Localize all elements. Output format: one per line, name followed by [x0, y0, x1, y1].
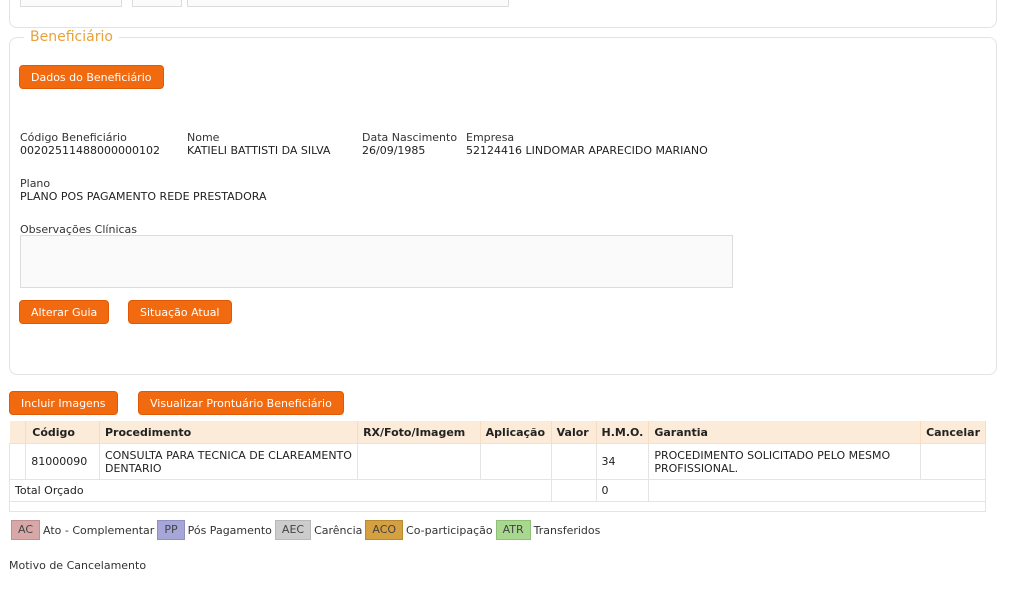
total-label: Total Orçado — [9, 479, 552, 502]
legend-badge-aco: ACO — [365, 520, 404, 540]
total-row: Total Orçado 0 — [9, 479, 986, 502]
alterar-guia-button[interactable]: Alterar Guia — [19, 300, 110, 324]
row-rx[interactable] — [357, 443, 481, 480]
header-rx: RX/Foto/Imagem — [357, 421, 481, 444]
empresa-label: Empresa — [466, 131, 515, 144]
header-valor: Valor — [551, 421, 597, 444]
legend-label-ac: Ato - Complementar — [43, 523, 155, 537]
row-procedimento: CONSULTA PARA TECNICA DE CLAREAMENTO DEN… — [98, 443, 359, 480]
row-cancelar[interactable] — [920, 443, 986, 480]
top-input-3[interactable] — [187, 0, 509, 7]
total-empty — [648, 479, 986, 502]
procedures-table: Código Procedimento RX/Foto/Imagem Aplic… — [8, 421, 986, 512]
codigo-value: 00202511488000000102 — [20, 144, 160, 157]
legend-badge-aec: AEC — [274, 520, 312, 540]
total-valor — [550, 479, 597, 502]
codigo-label: Código Beneficiário — [20, 131, 127, 144]
header-select — [9, 421, 27, 444]
visualizar-prontuario-button[interactable]: Visualizar Prontuário Beneficiário — [138, 391, 344, 415]
legend-badge-atr: ATR — [495, 520, 531, 540]
row-hmo: 34 — [595, 443, 650, 480]
spacer-row — [9, 501, 986, 512]
plano-value: PLANO POS PAGAMENTO REDE PRESTADORA — [20, 190, 267, 203]
table-row: 81000090 CONSULTA PARA TECNICA DE CLAREA… — [8, 443, 986, 480]
legend-label-aec: Carência — [314, 523, 363, 537]
header-hmo: H.M.O. — [596, 421, 650, 444]
nome-label: Nome — [187, 131, 220, 144]
top-input-1[interactable] — [20, 0, 122, 7]
row-garantia: PROCEDIMENTO SOLICITADO PELO MESMO PROFI… — [648, 443, 922, 480]
observacoes-field[interactable] — [20, 235, 733, 288]
dados-beneficiario-button[interactable]: Dados do Beneficiário — [19, 65, 164, 89]
empresa-value: 52124416 LINDOMAR APARECIDO MARIANO — [466, 144, 708, 157]
legend-badge-pp: PP — [157, 520, 185, 540]
legend-label-pp: Pós Pagamento — [187, 523, 272, 537]
header-aplicacao: Aplicação — [480, 421, 552, 444]
row-aplicacao — [479, 443, 552, 480]
legend-badge-ac: AC — [11, 520, 41, 540]
row-codigo: 81000090 — [25, 443, 100, 480]
plano-label: Plano — [20, 177, 51, 190]
legend-label-atr: Transferidos — [533, 523, 601, 537]
incluir-imagens-button[interactable]: Incluir Imagens — [9, 391, 118, 415]
header-procedimento: Procedimento — [99, 421, 359, 444]
header-garantia: Garantia — [648, 421, 922, 444]
beneficiario-legend: Beneficiário — [24, 29, 119, 45]
motivo-cancelamento-label: Motivo de Cancelamento — [9, 559, 147, 572]
nome-value: KATIELI BATTISTI DA SILVA — [187, 144, 331, 157]
situacao-atual-button[interactable]: Situação Atual — [128, 300, 232, 324]
top-input-2[interactable] — [132, 0, 182, 7]
header-codigo: Código — [25, 421, 100, 444]
total-hmo: 0 — [595, 479, 650, 502]
nascimento-value: 26/09/1985 — [362, 144, 426, 157]
table-header-row: Código Procedimento RX/Foto/Imagem Aplic… — [9, 421, 986, 444]
row-valor — [550, 443, 597, 480]
nascimento-label: Data Nascimento — [362, 131, 458, 144]
status-legend: AC Ato - Complementar PP Pós Pagamento A… — [11, 520, 603, 540]
row-select-cell[interactable] — [8, 443, 27, 480]
header-cancelar: Cancelar — [920, 421, 986, 444]
legend-label-aco: Co-participação — [406, 523, 493, 537]
